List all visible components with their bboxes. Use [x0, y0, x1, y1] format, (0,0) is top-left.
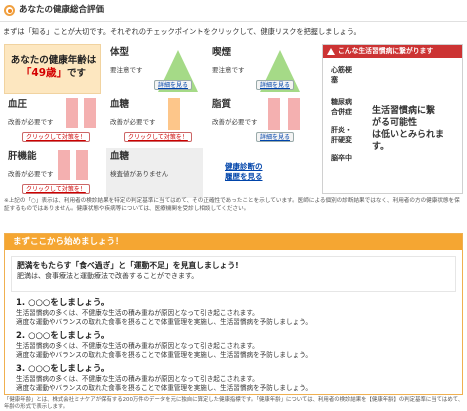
- cell-blood-pressure[interactable]: 血圧 改善が必要です クリックして対策を！: [4, 96, 101, 146]
- start-box: まずここから始めましょう！ 肥満をもたらす「食べ過ぎ」と「運動不足」を見直しまし…: [4, 233, 463, 395]
- footnote: ※上記の「○」表示は、利用者の検診結果を特定の判定基準に当てはめて、その正確性で…: [4, 198, 460, 212]
- cell-blood-sugar-nodata: 血糖 検査値がありません: [106, 148, 203, 198]
- bottom-note: 「健康年齢」とは、株式会社ミナケアが保有する200万件のデータを元に独自に算定し…: [4, 397, 464, 410]
- body-type-details-button[interactable]: 詳細を見る: [154, 80, 193, 90]
- warning-bar: [58, 150, 70, 180]
- cell-blood-sugar[interactable]: 血糖 改善が必要です クリックして対策を！: [106, 96, 203, 146]
- step-item: 3. ○○○をしましょう。 生活習慣病の多くは、不健康な生活の積み重ねが原因とな…: [16, 364, 312, 392]
- warning-bar: [66, 98, 78, 128]
- risk-message: 生活習慣病に繋 がる可能性 は低いとみられま す。: [372, 106, 445, 152]
- blood-sugar-action-button[interactable]: クリックして対策を！: [124, 132, 192, 142]
- smoking-details-button[interactable]: 詳細を見る: [256, 80, 295, 90]
- header-bar: あなたの健康総合評価: [0, 0, 467, 22]
- intro-text: まずは「知る」ことが大切です。それぞれのチェックポイントをクリックして、健康リス…: [3, 27, 361, 36]
- advice-text: 肥満は、食事療法と運動療法で改善することができます。: [17, 272, 199, 280]
- warning-bar: [268, 98, 280, 130]
- health-age-label: あなたの健康年齢は 「49歳」です: [10, 55, 97, 79]
- advice-title: 肥満をもたらす「食べ過ぎ」と「運動不足」を見直しましょう!: [17, 261, 239, 270]
- disease-item: 糖尿病 合併症: [331, 98, 352, 116]
- warning-bar: [76, 150, 88, 180]
- warning-icon: [327, 48, 335, 55]
- circle-icon: [4, 5, 15, 16]
- cell-liver[interactable]: 肝機能 改善が必要です クリックして対策を！: [4, 148, 101, 198]
- risk-header: こんな生活習慣病に繋がります: [323, 45, 462, 58]
- liver-action-button[interactable]: クリックして対策を！: [22, 184, 90, 194]
- start-header: まずここから始めましょう！: [5, 234, 462, 250]
- warning-bar: [84, 98, 96, 128]
- warning-bar: [168, 98, 180, 130]
- advice-card: 肥満をもたらす「食べ過ぎ」と「運動不足」を見直しましょう! 肥満は、食事療法と運…: [11, 256, 456, 292]
- health-age-cell: あなたの健康年齢は 「49歳」です: [4, 44, 101, 94]
- disease-item: 肝炎・ 肝硬変: [331, 126, 352, 144]
- cell-lipids[interactable]: 脂質 改善が必要です 詳細を見る: [208, 96, 305, 146]
- page-title: あなたの健康総合評価: [19, 5, 105, 16]
- cell-body-type[interactable]: 体型 要注意です 詳細を見る: [106, 44, 203, 94]
- step-item: 1. ○○○をしましょう。 生活習慣病の多くは、不健康な生活の積み重ねが原因とな…: [16, 298, 312, 326]
- cell-smoking[interactable]: 喫煙 要注意です 詳細を見る: [208, 44, 305, 94]
- step-item: 2. ○○○をしましょう。 生活習慣病の多くは、不健康な生活の積み重ねが原因とな…: [16, 331, 312, 359]
- warning-bar: [288, 98, 300, 130]
- lipids-details-button[interactable]: 詳細を見る: [256, 132, 295, 142]
- checkup-history-link[interactable]: 健康診断の 履歴を見る: [225, 162, 263, 182]
- risk-panel: こんな生活習慣病に繋がります 心筋梗 塞 糖尿病 合併症 肝炎・ 肝硬変 脳卒中…: [322, 44, 463, 194]
- disease-item: 心筋梗 塞: [331, 66, 352, 84]
- health-age-value: 「49歳」: [20, 67, 68, 79]
- blood-pressure-action-button[interactable]: クリックして対策を！: [22, 132, 90, 142]
- disease-item: 脳卒中: [331, 154, 352, 162]
